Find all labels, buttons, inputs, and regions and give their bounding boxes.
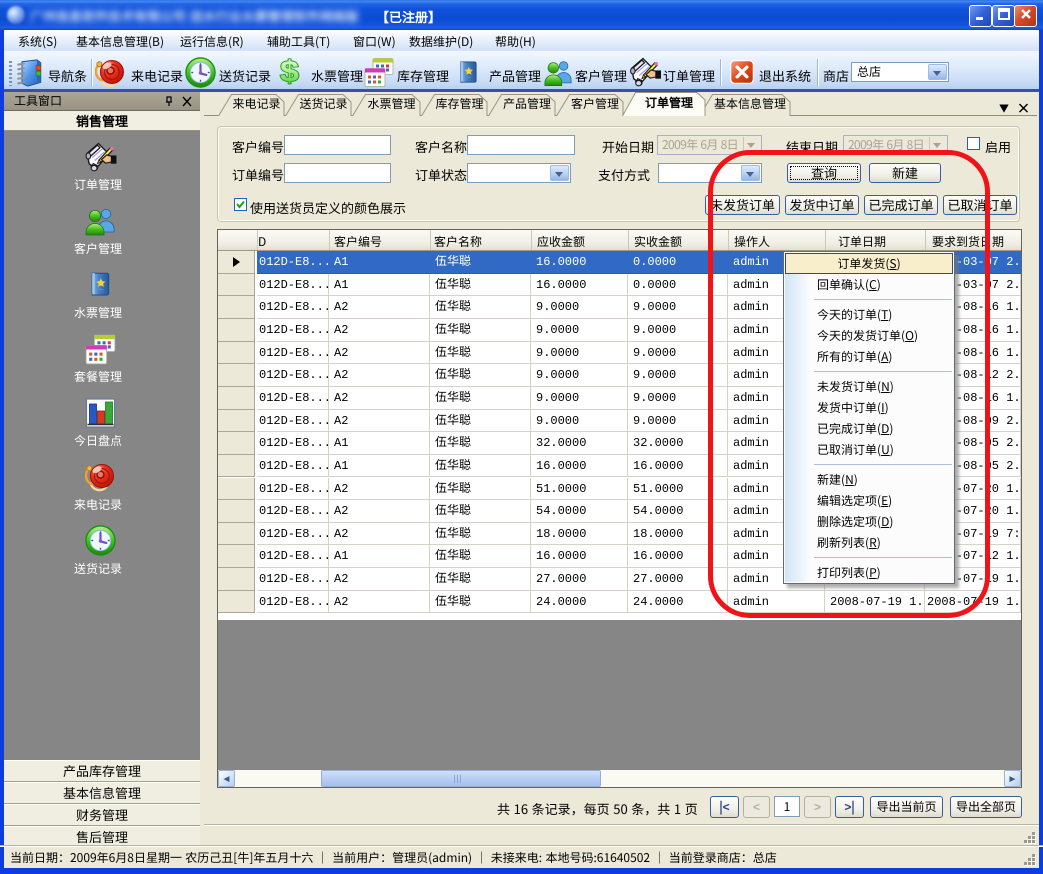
svg-text:$: $ <box>280 55 299 88</box>
